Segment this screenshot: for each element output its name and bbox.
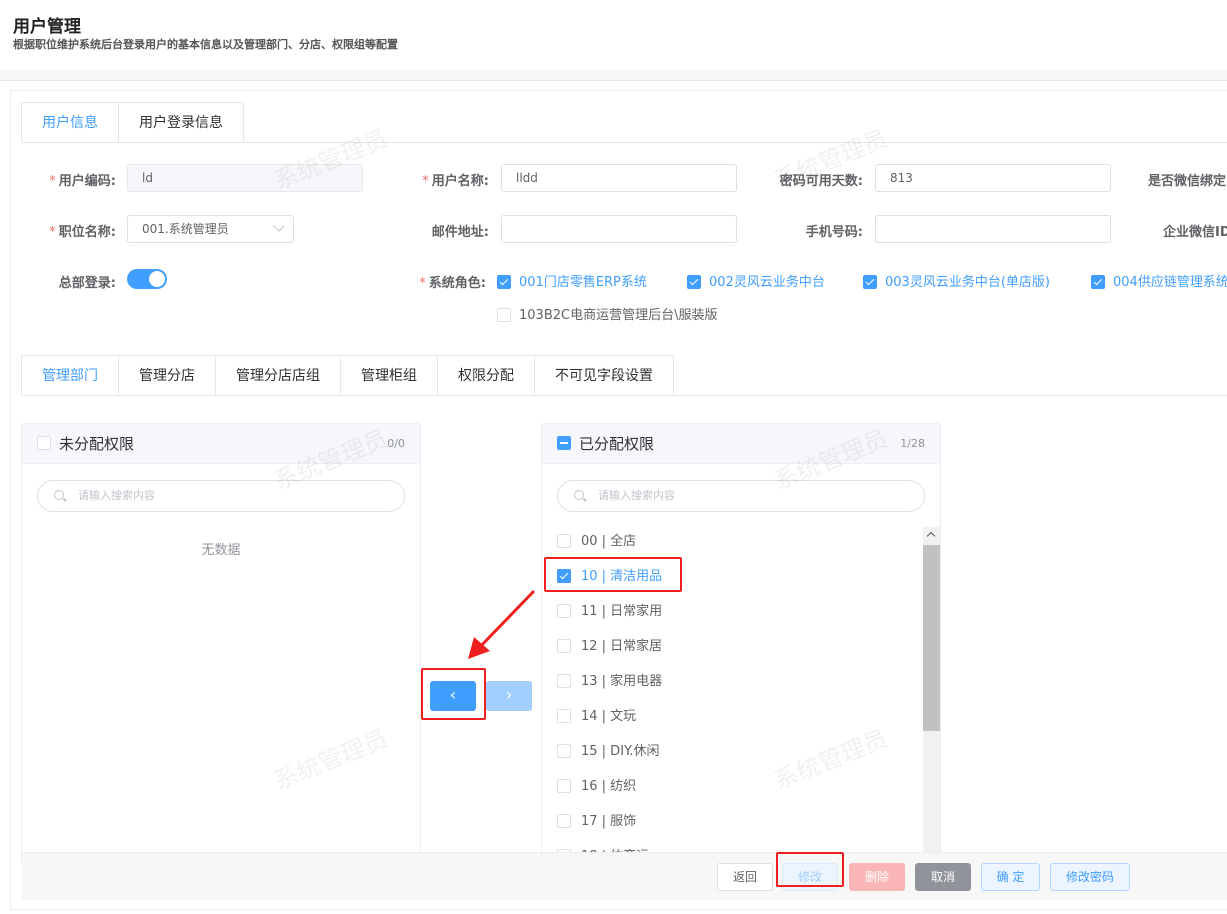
wework-id-label: 企业微信ID [1163, 225, 1227, 240]
list-item[interactable]: 12 | 日常家居 [542, 629, 922, 664]
list-item[interactable]: 15 | DIY.休闲 [542, 734, 922, 769]
roles-label: * 系统角色: [419, 276, 486, 291]
phone-input[interactable] [875, 215, 1111, 243]
list-item-label: 11 | 日常家用 [581, 604, 663, 619]
email-input[interactable] [501, 215, 737, 243]
assigned-header: 已分配权限 1/28 [542, 424, 940, 464]
scrollbar-thumb[interactable] [923, 545, 940, 731]
search-icon [574, 490, 584, 500]
unassigned-panel: 未分配权限 0/0 请输入搜索内容 无数据 [21, 423, 421, 863]
tab-manage-store-groups[interactable]: 管理分店店组 [215, 355, 341, 395]
list-item[interactable]: 14 | 文玩 [542, 699, 922, 734]
page-subtitle: 根据职位维护系统后台登录用户的基本信息以及管理部门、分店、权限组等配置 [13, 38, 398, 51]
checkbox-icon [557, 813, 571, 828]
hq-login-label: 总部登录: [58, 276, 116, 291]
list-item-label: 15 | DIY.休闲 [581, 744, 660, 759]
assigned-search-input[interactable]: 请输入搜索内容 [557, 480, 925, 512]
unassigned-header: 未分配权限 0/0 [22, 424, 420, 464]
page-title: 用户管理 [13, 17, 81, 37]
password-days-input[interactable]: 813 [875, 164, 1111, 192]
panel-count: 1/28 [900, 437, 925, 450]
tab-manage-departments[interactable]: 管理部门 [21, 355, 119, 395]
role-checkbox-103[interactable]: 103B2C电商运营管理后台\服装版 [497, 304, 717, 323]
list-item[interactable]: 17 | 服饰 [542, 804, 922, 839]
assigned-list: 00 | 全店 10 | 清洁用品 11 | 日常家用 12 | 日常家居 13 | 家… [542, 524, 922, 862]
select-all-checkbox[interactable] [37, 436, 51, 450]
role-checkbox-004[interactable]: 004供应链管理系统 [1091, 271, 1227, 290]
scrollbar[interactable] [923, 527, 940, 862]
list-item[interactable]: 16 | 纺织 [542, 769, 922, 804]
list-item-label: 00 | 全店 [581, 534, 637, 549]
tab-user-login-info[interactable]: 用户登录信息 [118, 102, 244, 142]
role-checkbox-001[interactable]: 001门店零售ERP系统 [497, 271, 647, 290]
checkbox-icon [687, 274, 701, 289]
hq-login-toggle[interactable] [127, 269, 167, 289]
checkbox-icon [557, 708, 571, 723]
email-label: 邮件地址: [431, 225, 489, 240]
position-label: * 职位名称: [49, 225, 116, 240]
list-item[interactable]: 13 | 家用电器 [542, 664, 922, 699]
list-item-label: 13 | 家用电器 [581, 674, 663, 689]
checkbox-icon [557, 533, 571, 548]
select-all-checkbox[interactable] [557, 436, 571, 450]
empty-text: 无数据 [201, 543, 241, 558]
password-days-label: 密码可用天数: [779, 174, 863, 189]
assigned-panel: 已分配权限 1/28 请输入搜索内容 00 | 全店 10 | 清洁用品 11 | 日… [541, 423, 941, 863]
separator [0, 70, 1227, 80]
tab-manage-counters[interactable]: 管理柜组 [340, 355, 438, 395]
main-tabs: 用户信息 用户登录信息 [21, 102, 1227, 143]
checkbox-icon [497, 274, 511, 289]
checkbox-icon [557, 778, 571, 793]
footer-bar [22, 852, 1227, 900]
checkbox-icon [557, 673, 571, 688]
tab-permissions[interactable]: 权限分配 [437, 355, 535, 395]
scroll-up-icon[interactable] [926, 531, 936, 541]
panel-title: 未分配权限 [59, 435, 135, 453]
user-name-label: * 用户名称: [422, 174, 489, 189]
position-select[interactable]: 001.系统管理员 [127, 215, 294, 243]
user-code-label: * 用户编码: [49, 174, 116, 189]
user-name-input[interactable]: lldd [501, 164, 737, 192]
tab-user-info[interactable]: 用户信息 [21, 102, 119, 142]
search-icon [54, 490, 64, 500]
edit-button[interactable]: 修改 [782, 863, 838, 891]
back-button[interactable]: 返回 [717, 863, 773, 891]
checkbox-icon [863, 274, 877, 289]
role-checkbox-003[interactable]: 003灵风云业务中台(单店版) [863, 271, 1050, 290]
phone-label: 手机号码: [805, 225, 863, 240]
unassigned-search-input[interactable]: 请输入搜索内容 [37, 480, 405, 512]
checkbox-icon [557, 568, 571, 583]
user-code-input[interactable]: ld [127, 164, 363, 192]
list-item-label: 10 | 清洁用品 [581, 569, 663, 584]
list-item-label: 12 | 日常家居 [581, 639, 663, 654]
checkbox-icon [557, 743, 571, 758]
checkbox-icon [497, 307, 511, 322]
confirm-button[interactable]: 确 定 [981, 863, 1040, 891]
sub-tabs: 管理部门 管理分店 管理分店店组 管理柜组 权限分配 不可见字段设置 [21, 355, 1227, 396]
delete-button[interactable]: 删除 [849, 863, 905, 891]
checkbox-icon [557, 603, 571, 618]
annotation-arrow-icon [468, 589, 536, 659]
panel-count: 0/0 [387, 437, 405, 450]
move-right-button[interactable]: › [486, 681, 532, 711]
list-item-label: 16 | 纺织 [581, 779, 637, 794]
tab-hidden-fields[interactable]: 不可见字段设置 [534, 355, 674, 395]
page-header: 用户管理 根据职位维护系统后台登录用户的基本信息以及管理部门、分店、权限组等配置 [0, 0, 1227, 70]
checkbox-icon [557, 638, 571, 653]
list-item[interactable]: 11 | 日常家用 [542, 594, 922, 629]
change-password-button[interactable]: 修改密码 [1050, 863, 1130, 891]
tab-manage-stores[interactable]: 管理分店 [118, 355, 216, 395]
list-item[interactable]: 00 | 全店 [542, 524, 922, 559]
list-item[interactable]: 10 | 清洁用品 [542, 559, 922, 594]
move-left-button[interactable]: ‹ [430, 681, 476, 711]
checkbox-icon [1091, 274, 1105, 289]
list-item-label: 17 | 服饰 [581, 814, 637, 829]
chevron-down-icon [273, 220, 285, 232]
list-item-label: 14 | 文玩 [581, 709, 637, 724]
cancel-button[interactable]: 取消 [915, 863, 971, 891]
role-checkbox-002[interactable]: 002灵风云业务中台 [687, 271, 825, 290]
wechat-bound-label: 是否微信绑定 [1148, 174, 1227, 189]
panel-title: 已分配权限 [579, 435, 655, 453]
